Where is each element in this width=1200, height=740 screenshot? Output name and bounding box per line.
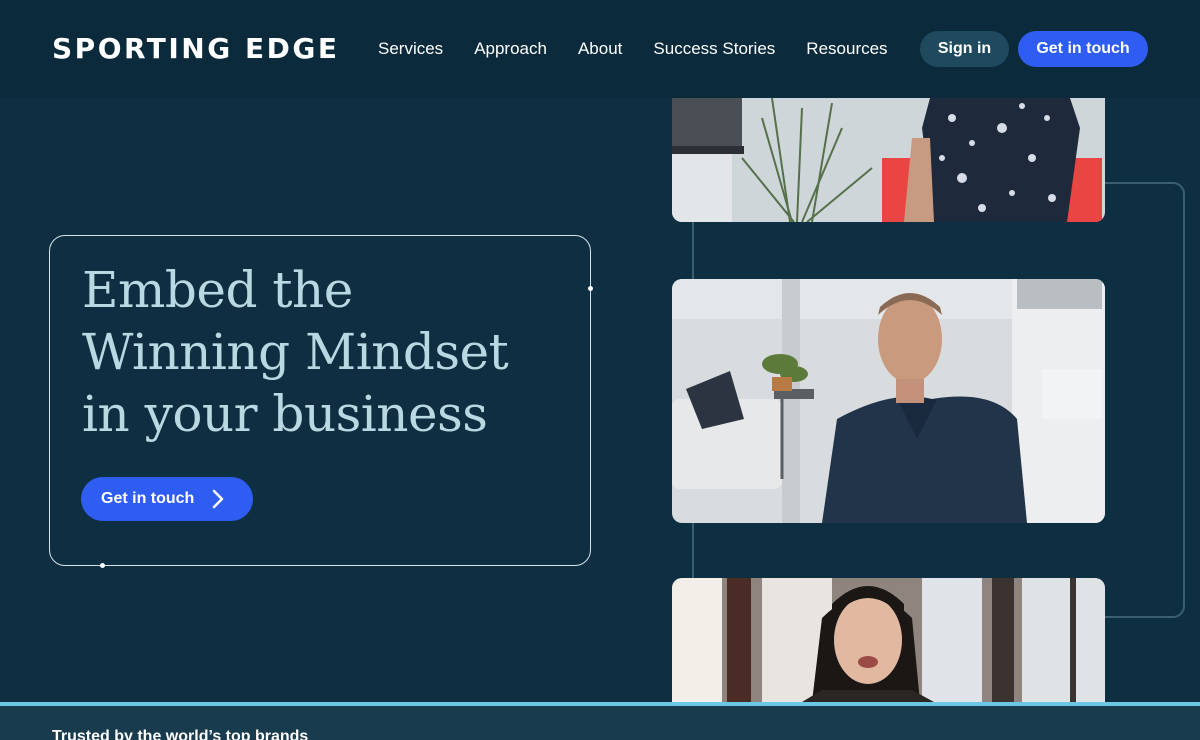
decorative-dot — [588, 286, 593, 291]
sign-in-button[interactable]: Sign in — [920, 31, 1009, 67]
site-header: SPORTING EDGE Services Approach About Su… — [0, 0, 1200, 98]
hero-get-in-touch-button[interactable]: Get in touch — [81, 477, 253, 521]
trusted-brands-heading: Trusted by the world’s top brands — [52, 728, 309, 740]
hero-headline: Embed the Winning Mindset in your busine… — [82, 261, 509, 443]
trusted-brands-strip: Trusted by the world’s top brands — [0, 702, 1200, 740]
main-nav: Services Approach About Success Stories … — [378, 38, 919, 60]
video-thumbnail-woman-speaking — [672, 578, 1105, 702]
nav-services[interactable]: Services — [378, 38, 443, 60]
nav-success-stories[interactable]: Success Stories — [653, 38, 775, 60]
header-get-in-touch-button[interactable]: Get in touch — [1018, 31, 1148, 67]
decorative-dot — [100, 563, 105, 568]
video-thumbnail-man-speaking — [672, 279, 1105, 523]
nav-about[interactable]: About — [578, 38, 622, 60]
hero-cta-label: Get in touch — [101, 490, 195, 507]
nav-approach[interactable]: Approach — [474, 38, 547, 60]
chevron-right-icon — [211, 489, 225, 509]
nav-resources[interactable]: Resources — [806, 38, 887, 60]
video-thumbnail-woman-floral — [672, 98, 1105, 222]
sporting-edge-logo[interactable]: SPORTING EDGE — [52, 34, 339, 64]
